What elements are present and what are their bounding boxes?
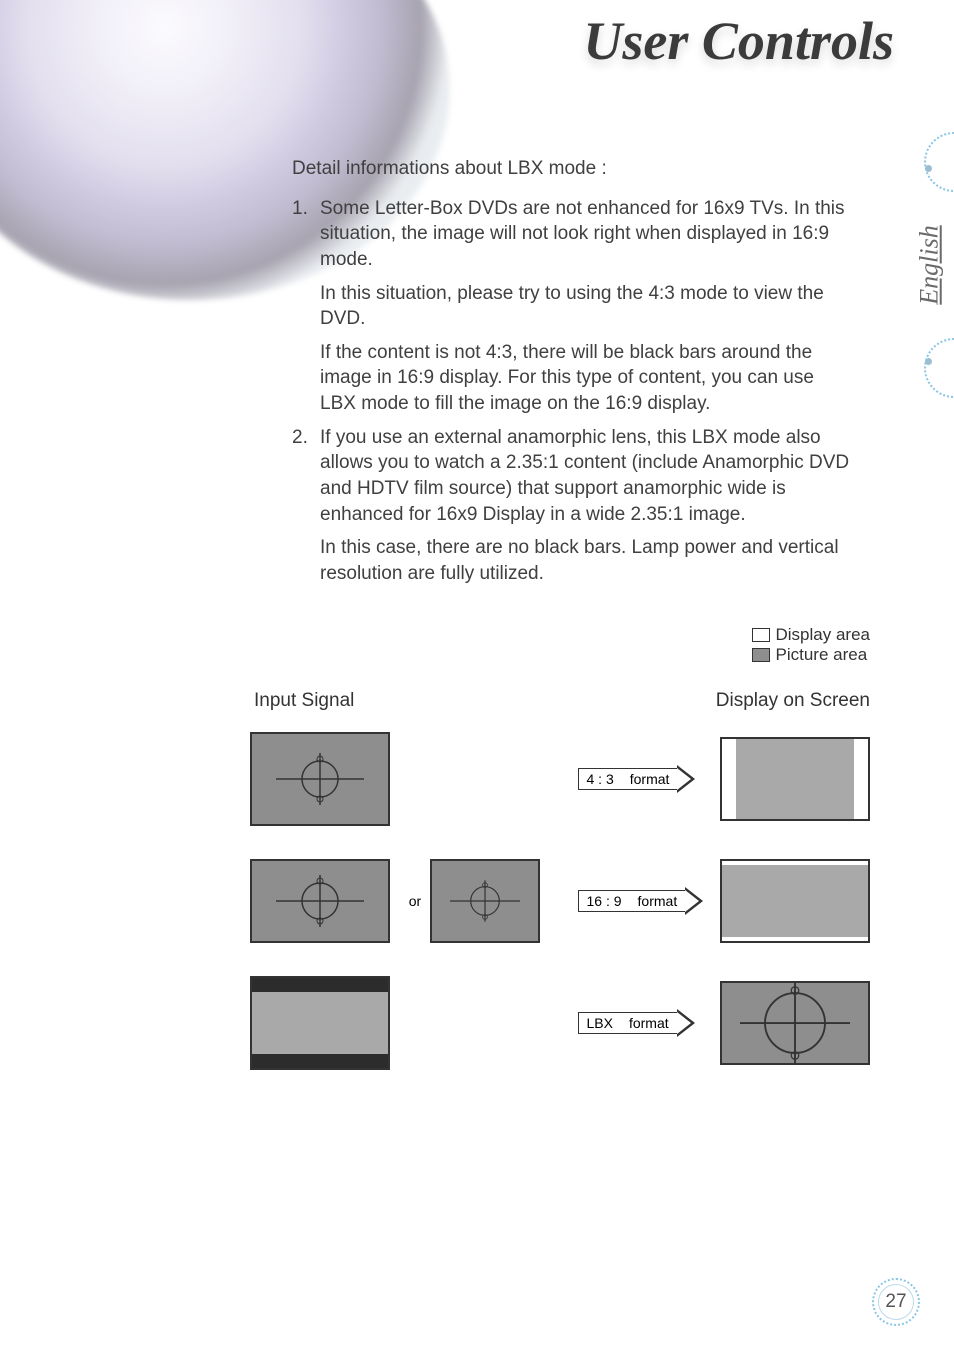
format-arrow-16-9: 16 : 9format xyxy=(578,884,713,918)
reticle-icon xyxy=(740,983,850,1063)
legend: Display area Picture area xyxy=(752,625,871,665)
page-number: 27 xyxy=(872,1278,920,1326)
intro-line: Detail informations about LBX mode : xyxy=(292,156,852,182)
list-subtext: In this situation, please try to using t… xyxy=(292,281,852,332)
diagram-row-16-9: or 16 : 9format xyxy=(250,845,890,957)
list-item: 2. If you use an external anamorphic len… xyxy=(292,425,852,528)
diagram-row-4-3: 4 : 3format xyxy=(250,723,890,835)
list-item: 1. Some Letter-Box DVDs are not enhanced… xyxy=(292,196,852,273)
format-arrow-4-3: 4 : 3format xyxy=(578,762,713,796)
list-number: 2. xyxy=(292,425,320,528)
list-subtext: If the content is not 4:3, there will be… xyxy=(292,340,852,417)
diagram-row-lbx: LBXformat xyxy=(250,967,890,1079)
page-title: User Controls xyxy=(583,10,894,72)
list-text: Some Letter-Box DVDs are not enhanced fo… xyxy=(320,196,852,273)
output-frame-16-9 xyxy=(720,859,870,943)
column-header-input: Input Signal xyxy=(254,690,354,712)
output-frame-4-3 xyxy=(720,737,870,821)
legend-label: Picture area xyxy=(776,645,868,665)
or-label: or xyxy=(400,893,430,909)
language-tab: English xyxy=(884,150,954,380)
swatch-display-area xyxy=(752,628,770,642)
list-subtext: In this case, there are no black bars. L… xyxy=(292,535,852,586)
input-frame-16-9-b xyxy=(430,859,540,943)
input-frame-4-3 xyxy=(250,732,390,826)
input-frame-16-9-a xyxy=(250,859,390,943)
input-frame-lbx xyxy=(250,976,390,1070)
output-frame-lbx xyxy=(720,981,870,1065)
reticle-icon xyxy=(450,869,520,933)
swatch-picture-area xyxy=(752,648,770,662)
reticle-icon xyxy=(276,747,364,811)
page-number-badge: 27 xyxy=(872,1278,920,1326)
legend-label: Display area xyxy=(776,625,871,645)
body-text: Detail informations about LBX mode : 1. … xyxy=(292,150,852,595)
list-number: 1. xyxy=(292,196,320,273)
reticle-icon xyxy=(276,869,364,933)
language-label: English xyxy=(915,225,945,304)
column-header-output: Display on Screen xyxy=(716,690,870,712)
list-text: If you use an external anamorphic lens, … xyxy=(320,425,852,528)
format-arrow-lbx: LBXformat xyxy=(578,1006,713,1040)
